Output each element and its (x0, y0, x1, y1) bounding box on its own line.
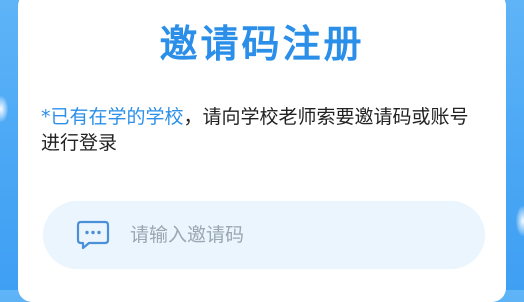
registration-card: 邀请码注册 *已有在学的学校，请向学校老师索要邀请码或账号进行登录 (18, 0, 506, 302)
notice-highlight: *已有在学的学校 (41, 106, 184, 128)
page-title: 邀请码注册 (159, 22, 365, 66)
invite-code-field[interactable] (43, 201, 485, 269)
message-icon (75, 219, 111, 251)
background-glow-left (0, 96, 8, 122)
notice-text: *已有在学的学校，请向学校老师索要邀请码或账号进行登录 (41, 104, 487, 156)
invite-code-input[interactable] (130, 215, 485, 255)
background-glow-right (516, 206, 524, 236)
